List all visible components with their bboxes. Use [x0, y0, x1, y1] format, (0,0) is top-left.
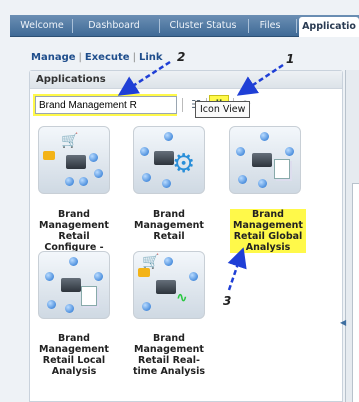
annotation-number-3: 3 — [223, 294, 232, 308]
annotation-arrow-1 — [236, 63, 284, 96]
annotation-number-1: 1 — [286, 52, 295, 66]
annotation-arrow-2 — [117, 60, 171, 96]
annotation-number-2: 2 — [177, 50, 186, 64]
app-frame: Welcome Dashboard Cluster Status Files A… — [0, 0, 359, 402]
annotation-arrow-3 — [227, 247, 247, 291]
